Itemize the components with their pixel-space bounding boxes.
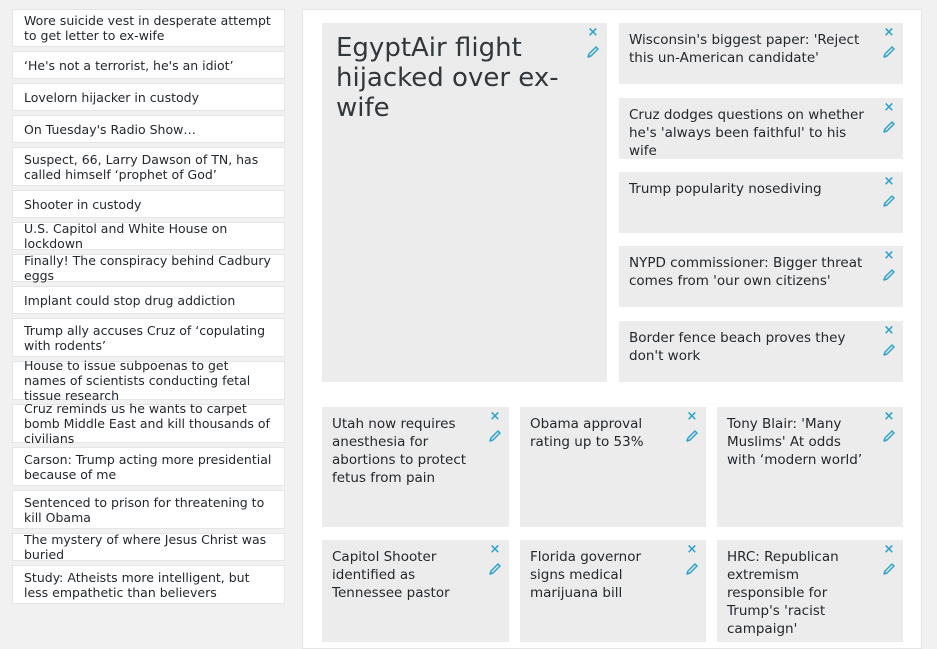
story-item-label: Implant could stop drug addiction: [24, 292, 236, 308]
story-item-label: Carson: Trump acting more presidential b…: [24, 451, 272, 482]
story-card[interactable]: Capitol Shooter identified as Tennessee …: [322, 540, 509, 642]
story-item-label: Cruz reminds us he wants to carpet bomb …: [24, 401, 270, 446]
remove-icon[interactable]: ×: [490, 410, 501, 424]
remove-icon[interactable]: ×: [884, 543, 895, 557]
story-item[interactable]: Lovelorn hijacker in custody: [12, 83, 285, 111]
story-card-title: Capitol Shooter identified as Tennessee …: [332, 549, 450, 601]
story-item-label: ‘He's not a terrorist, he's an idiot’: [24, 57, 234, 73]
story-card-title: Border fence beach proves they don't wor…: [629, 330, 846, 364]
story-item-label: Shooter in custody: [24, 196, 142, 212]
story-card[interactable]: Cruz dodges questions on whether he's 'a…: [619, 98, 903, 159]
story-item[interactable]: Suspect, 66, Larry Dawson of TN, has cal…: [12, 147, 285, 186]
story-item-label: Lovelorn hijacker in custody: [24, 89, 199, 105]
remove-icon[interactable]: ×: [884, 175, 895, 189]
story-item[interactable]: Shooter in custody: [12, 190, 285, 218]
story-item-label: The mystery of where Jesus Christ was bu…: [24, 532, 267, 562]
remove-icon[interactable]: ×: [884, 324, 895, 338]
story-item-label: Sentenced to prison for threatening to k…: [24, 494, 265, 525]
story-card-title: Trump popularity nosediving: [629, 181, 822, 197]
story-item[interactable]: ‘He's not a terrorist, he's an idiot’: [12, 51, 285, 79]
story-item[interactable]: House to issue subpoenas to get names of…: [12, 358, 285, 403]
story-item-label: Wore suicide vest in desperate attempt t…: [24, 13, 271, 43]
story-item-label: U.S. Capitol and White House on lockdown: [24, 221, 228, 251]
story-item[interactable]: Cruz reminds us he wants to carpet bomb …: [12, 401, 285, 446]
pencil-icon[interactable]: [882, 268, 896, 282]
story-list-sidebar: Wore suicide vest in desperate attempt t…: [12, 9, 285, 608]
story-item-label: Finally! The conspiracy behind Cadbury e…: [24, 253, 271, 283]
remove-icon[interactable]: ×: [884, 26, 895, 40]
story-card[interactable]: HRC: Republican extremism responsible fo…: [717, 540, 903, 642]
story-card-title: Florida governor signs medical marijuana…: [530, 549, 642, 601]
story-card-title: NYPD commissioner: Bigger threat comes f…: [629, 255, 863, 289]
pencil-icon[interactable]: [685, 562, 699, 576]
story-card[interactable]: Obama approval rating up to 53% ×: [520, 407, 706, 527]
remove-icon[interactable]: ×: [884, 249, 895, 263]
story-card-title: Cruz dodges questions on whether he's 'a…: [629, 107, 864, 159]
story-item[interactable]: U.S. Capitol and White House on lockdown: [12, 221, 285, 251]
story-card-title: HRC: Republican extremism responsible fo…: [727, 549, 839, 637]
pencil-icon[interactable]: [586, 45, 600, 59]
story-card[interactable]: Trump popularity nosediving ×: [619, 172, 903, 233]
story-item[interactable]: Sentenced to prison for threatening to k…: [12, 490, 285, 529]
story-card[interactable]: Utah now requires anesthesia for abortio…: [322, 407, 509, 527]
remove-icon[interactable]: ×: [588, 26, 599, 40]
pencil-icon[interactable]: [882, 343, 896, 357]
pencil-icon[interactable]: [488, 562, 502, 576]
story-card-title: Utah now requires anesthesia for abortio…: [332, 416, 467, 486]
story-item[interactable]: Carson: Trump acting more presidential b…: [12, 447, 285, 486]
story-item[interactable]: Implant could stop drug addiction: [12, 286, 285, 314]
story-item[interactable]: Trump ally accuses Cruz of ‘copulating w…: [12, 318, 285, 357]
story-item[interactable]: Finally! The conspiracy behind Cadbury e…: [12, 253, 285, 283]
pencil-icon[interactable]: [882, 194, 896, 208]
story-card[interactable]: Tony Blair: 'Many Muslims' At odds with …: [717, 407, 903, 527]
story-card[interactable]: Border fence beach proves they don't wor…: [619, 321, 903, 382]
remove-icon[interactable]: ×: [884, 410, 895, 424]
featured-story-title: EgyptAir flight hijacked over ex-wife: [336, 33, 559, 123]
remove-icon[interactable]: ×: [884, 101, 895, 115]
featured-story-card[interactable]: EgyptAir flight hijacked over ex-wife ×: [322, 23, 607, 382]
story-item-label: House to issue subpoenas to get names of…: [24, 358, 251, 403]
remove-icon[interactable]: ×: [687, 410, 698, 424]
story-item-label: Suspect, 66, Larry Dawson of TN, has cal…: [24, 151, 259, 182]
story-card[interactable]: NYPD commissioner: Bigger threat comes f…: [619, 246, 903, 307]
story-item-label: On Tuesday's Radio Show…: [24, 121, 196, 137]
layout-board: EgyptAir flight hijacked over ex-wife × …: [302, 9, 922, 649]
story-card-title: Tony Blair: 'Many Muslims' At odds with …: [727, 416, 863, 468]
story-item[interactable]: Study: Atheists more intelligent, but le…: [12, 565, 285, 604]
pencil-icon[interactable]: [882, 562, 896, 576]
story-card-title: Obama approval rating up to 53%: [530, 416, 644, 450]
remove-icon[interactable]: ×: [687, 543, 698, 557]
story-item[interactable]: On Tuesday's Radio Show…: [12, 115, 285, 143]
story-item[interactable]: Wore suicide vest in desperate attempt t…: [12, 9, 285, 47]
pencil-icon[interactable]: [882, 429, 896, 443]
pencil-icon[interactable]: [882, 120, 896, 134]
story-item-label: Study: Atheists more intelligent, but le…: [24, 569, 250, 600]
story-item-label: Trump ally accuses Cruz of ‘copulating w…: [24, 322, 265, 353]
story-card[interactable]: Florida governor signs medical marijuana…: [520, 540, 706, 642]
story-card-title: Wisconsin's biggest paper: 'Reject this …: [629, 32, 860, 66]
remove-icon[interactable]: ×: [490, 543, 501, 557]
story-item[interactable]: The mystery of where Jesus Christ was bu…: [12, 532, 285, 562]
pencil-icon[interactable]: [488, 429, 502, 443]
story-card[interactable]: Wisconsin's biggest paper: 'Reject this …: [619, 23, 903, 84]
pencil-icon[interactable]: [882, 45, 896, 59]
pencil-icon[interactable]: [685, 429, 699, 443]
